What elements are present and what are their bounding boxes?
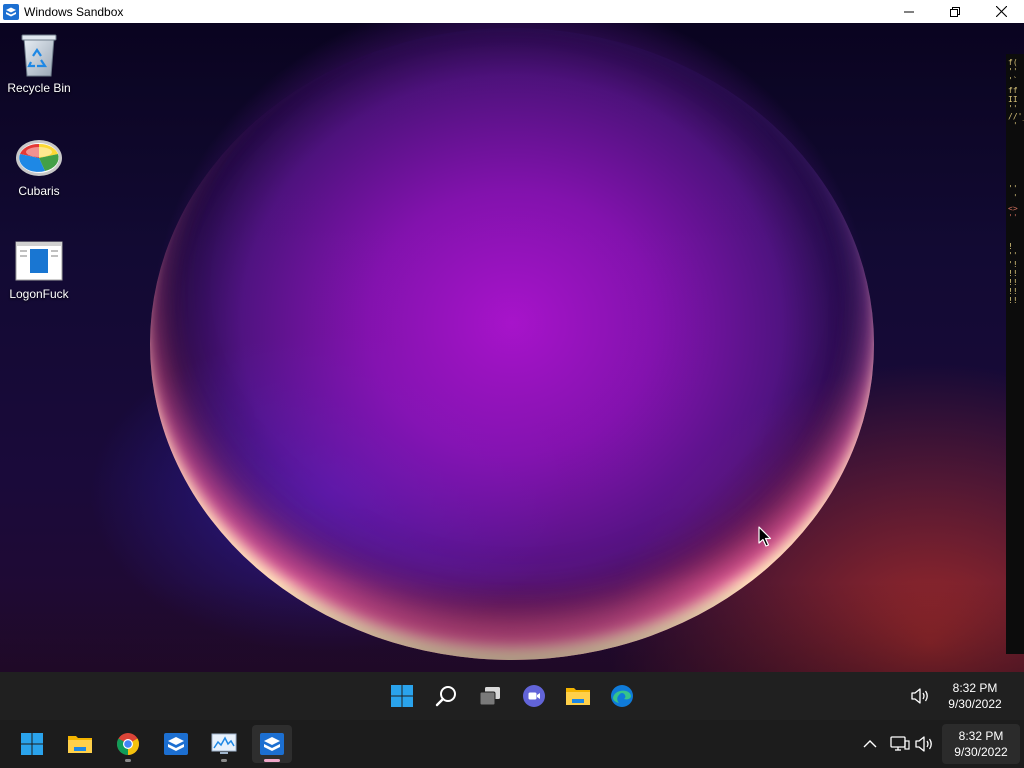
host-taskbar[interactable]: 8:32 PM 9/30/2022 <box>0 720 1024 768</box>
sandbox-edge-button[interactable] <box>604 678 640 714</box>
mouse-pointer-icon <box>758 526 772 547</box>
search-icon <box>435 686 456 707</box>
window-title: Windows Sandbox <box>24 4 124 19</box>
document-icon <box>15 237 63 285</box>
host-volume-button[interactable] <box>912 732 936 756</box>
close-button[interactable] <box>978 0 1024 23</box>
host-network-button[interactable] <box>888 732 912 756</box>
sandbox-task-view-button[interactable] <box>472 678 508 714</box>
minimize-button[interactable] <box>886 0 932 23</box>
sandbox-desktop[interactable]: f( '' '` ff II '' //'_ ' '' ' <> '' ! ''… <box>0 23 1024 672</box>
sandbox-title-bar[interactable]: Windows Sandbox <box>0 0 1024 23</box>
file-explorer-icon <box>68 736 92 753</box>
volume-icon <box>915 736 932 752</box>
host-file-explorer-button[interactable] <box>60 725 100 763</box>
sandbox-clock[interactable]: 8:32 PM 9/30/2022 <box>936 680 1014 712</box>
task-view-icon <box>479 687 500 706</box>
running-indicator <box>125 759 131 762</box>
clock-time: 8:32 PM <box>952 681 998 695</box>
recycle-bin-icon <box>15 31 63 79</box>
desktop-icon-label: Recycle Bin <box>7 81 71 95</box>
show-hidden-icons-button[interactable] <box>858 732 882 756</box>
desktop-icon-label: Cubaris <box>18 184 60 198</box>
chevron-up-icon <box>863 740 877 748</box>
host-start-button[interactable] <box>12 725 52 763</box>
desktop-icon-cubaris[interactable]: Cubaris <box>0 134 78 198</box>
file-explorer-icon <box>566 688 590 705</box>
desktop-icon-label: LogonFuck <box>9 287 69 301</box>
resource-monitor-icon <box>211 733 237 754</box>
network-icon <box>890 736 910 751</box>
sandbox-start-button[interactable] <box>384 678 420 714</box>
restore-button[interactable] <box>932 0 978 23</box>
host-resource-monitor-button[interactable] <box>204 725 244 763</box>
host-sandbox-button[interactable] <box>156 725 196 763</box>
clock-date: 9/30/2022 <box>954 745 1008 759</box>
chat-icon <box>523 685 545 707</box>
sandbox-volume-button[interactable] <box>908 684 932 708</box>
clock-time: 8:32 PM <box>958 729 1004 743</box>
sandbox-icon <box>164 733 188 755</box>
desktop-icon-logonfuck[interactable]: LogonFuck <box>0 237 78 301</box>
minimize-icon <box>904 11 914 12</box>
sandbox-file-explorer-button[interactable] <box>560 678 596 714</box>
clock-date: 9/30/2022 <box>948 697 1002 711</box>
host-clock-button[interactable]: 8:32 PM 9/30/2022 <box>942 724 1020 764</box>
desktop-icon-recycle-bin[interactable]: Recycle Bin <box>0 31 78 95</box>
sandbox-search-button[interactable] <box>428 678 464 714</box>
host-clock: 8:32 PM 9/30/2022 <box>942 728 1020 760</box>
volume-icon <box>911 688 928 704</box>
close-icon <box>995 6 1007 17</box>
sandbox-chat-button[interactable] <box>516 678 552 714</box>
edge-icon <box>611 685 633 707</box>
start-icon <box>21 733 43 755</box>
chrome-icon <box>117 733 139 755</box>
sandbox-app-icon <box>3 3 19 20</box>
wallpaper-bloom <box>150 28 874 660</box>
sandbox-icon <box>260 733 284 755</box>
host-sandbox-active-button[interactable] <box>252 725 292 763</box>
host-chrome-button[interactable] <box>108 725 148 763</box>
start-icon <box>391 685 413 707</box>
cubaris-icon <box>15 134 63 182</box>
sandbox-taskbar[interactable]: 8:32 PM 9/30/2022 <box>0 672 1024 720</box>
restore-icon <box>950 6 960 17</box>
console-window-edge[interactable]: f( '' '` ff II '' //'_ ' '' ' <> '' ! ''… <box>1006 54 1024 654</box>
running-indicator <box>221 759 227 762</box>
active-indicator <box>264 759 280 762</box>
